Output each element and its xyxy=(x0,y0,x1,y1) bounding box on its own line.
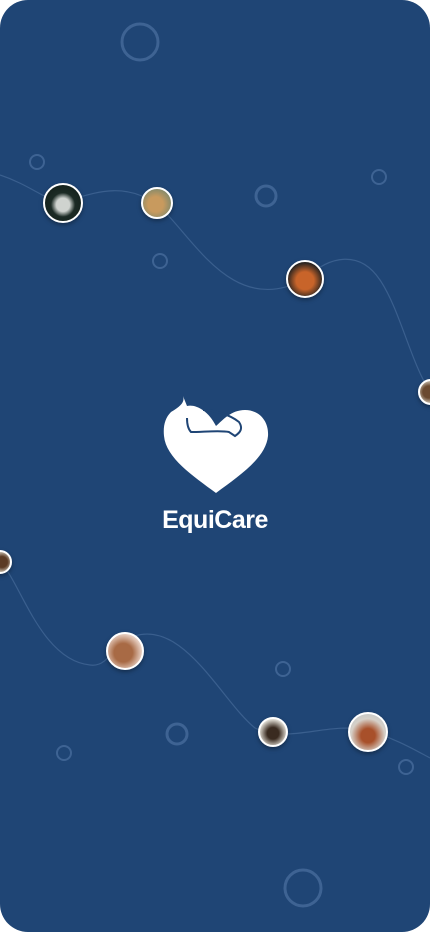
horse-photo xyxy=(348,712,388,752)
decor-circle xyxy=(275,661,291,677)
app-name: EquiCare xyxy=(162,506,268,534)
decor-circle xyxy=(56,745,72,761)
horse-photo xyxy=(258,717,288,747)
decor-circle xyxy=(29,154,45,170)
decor-circle xyxy=(371,169,387,185)
horse-photo xyxy=(286,260,324,298)
decor-circle xyxy=(165,722,189,746)
splash-screen: EquiCare xyxy=(0,0,430,932)
horse-photo xyxy=(106,632,144,670)
decor-circle xyxy=(152,253,168,269)
horse-photo xyxy=(141,187,173,219)
decor-circle xyxy=(283,868,323,908)
decor-circle xyxy=(120,22,160,62)
horse-heart-logo-icon xyxy=(163,396,269,493)
decor-circle xyxy=(398,759,414,775)
decor-circle xyxy=(254,184,278,208)
horse-photo xyxy=(43,183,83,223)
